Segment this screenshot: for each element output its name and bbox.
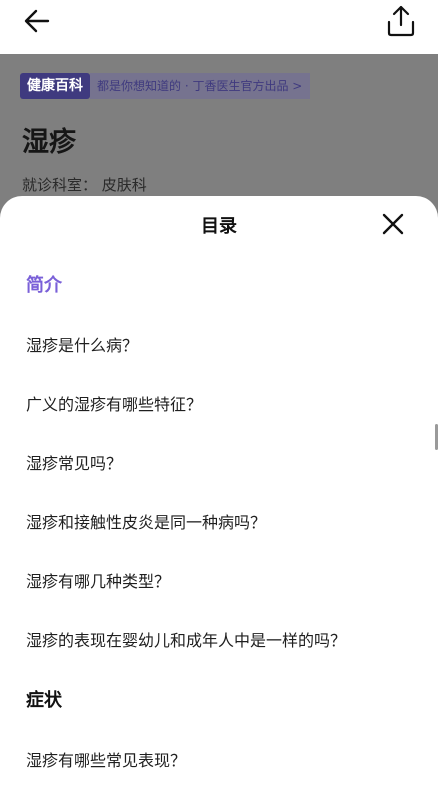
toc-item[interactable]: 湿疹常见吗？	[26, 450, 122, 474]
top-bar	[0, 0, 438, 54]
share-button[interactable]	[382, 3, 420, 41]
close-button[interactable]	[379, 210, 407, 238]
close-icon	[382, 213, 404, 235]
promo-banner[interactable]: 健康百科 都是你想知道的 · 丁香医生官方出品 >	[20, 73, 311, 99]
toc-sheet: 目录 简介 湿疹是什么病？ 广义的湿疹有哪些特征？ 湿疹常见吗？ 湿疹和接触性皮…	[0, 196, 438, 809]
toc-section-symptoms[interactable]: 症状	[26, 686, 62, 712]
toc-item[interactable]: 湿疹是什么病？	[26, 332, 138, 356]
page-title: 湿疹	[22, 127, 76, 158]
back-button[interactable]	[18, 6, 58, 38]
department-label: 就诊科室： 皮肤科	[22, 176, 147, 194]
toc-item[interactable]: 湿疹有哪些常见表现？	[26, 747, 186, 771]
toc-section-intro[interactable]: 简介	[26, 271, 62, 297]
arrow-left-icon	[24, 9, 50, 33]
toc-item[interactable]: 湿疹有哪几种类型？	[26, 568, 170, 592]
promo-badge: 健康百科	[20, 73, 90, 99]
promo-link[interactable]: 都是你想知道的 · 丁香医生官方出品 >	[90, 73, 311, 99]
share-upload-icon	[387, 5, 415, 37]
toc-item[interactable]: 湿疹的表现在婴幼儿和成年人中是一样的吗？	[26, 627, 346, 651]
toc-title: 目录	[201, 216, 237, 237]
toc-item[interactable]: 广义的湿疹有哪些特征？	[26, 391, 202, 415]
toc-item[interactable]: 湿疹和接触性皮炎是同一种病吗？	[26, 509, 266, 533]
